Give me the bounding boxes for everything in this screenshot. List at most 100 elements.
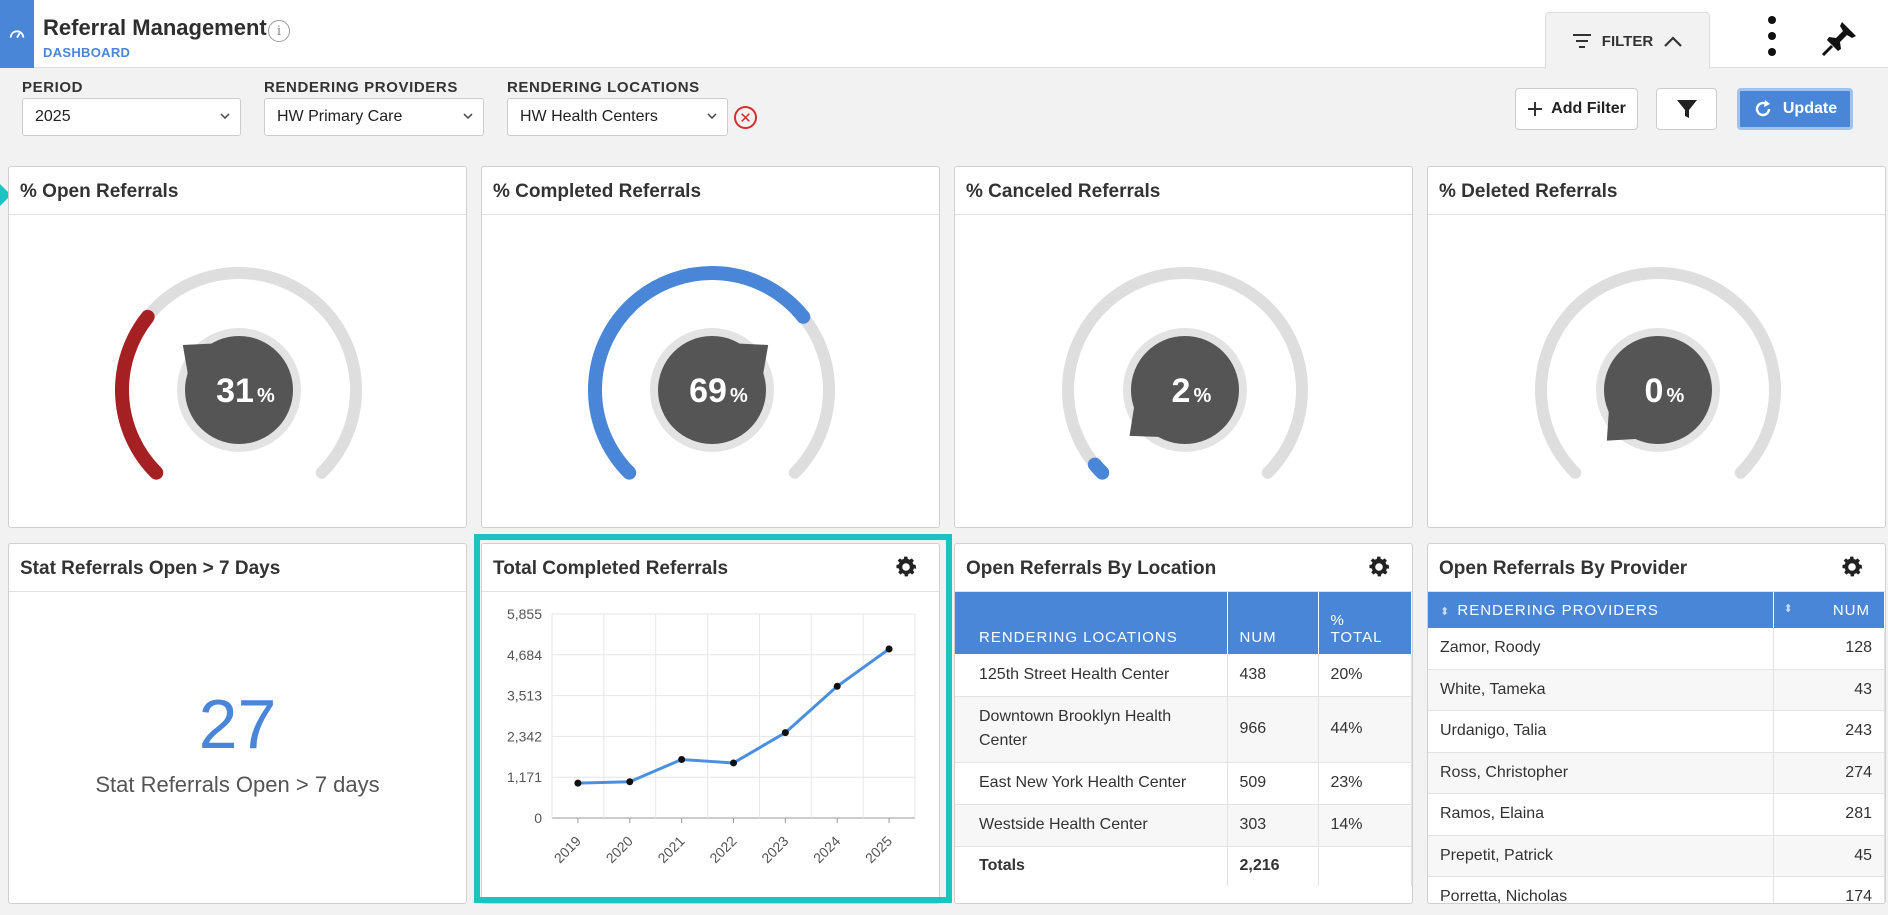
provider-table-title: Open Referrals By Provider [1439,558,1688,579]
y-tick-label: 3,513 [507,688,542,704]
x-tick-label: 2020 [603,833,636,866]
column-header[interactable]: ⬍ RENDERING PROVIDERS [1428,592,1774,628]
provider-num: 128 [1773,628,1885,670]
sort-icon[interactable]: ⬍ [1440,606,1450,618]
location-name: 125th Street Health Center [955,654,1228,697]
gauge-card-canceled: % Canceled Referrals 2% [954,166,1413,528]
gauge-value-arc [115,309,164,480]
table-row[interactable]: Westside Health Center 303 14% [955,804,1412,847]
gauge-title: % Canceled Referrals [966,181,1161,202]
settings-gear-icon[interactable] [1839,554,1865,580]
gauge-unit-text: % [1194,385,1212,407]
clear-filter-icon[interactable]: ✕ [734,106,757,129]
provider-num: 274 [1773,752,1885,794]
settings-gear-icon[interactable] [1366,554,1392,580]
data-point [730,759,737,767]
y-tick-label: 0 [534,810,542,826]
provider-num: 281 [1773,793,1885,836]
column-header[interactable]: ⬍ NUM [1773,592,1885,628]
locations-select[interactable]: HW Health Centers [507,98,728,136]
sort-icon[interactable]: ⬍ [1784,602,1794,615]
add-filter-label: Add Filter [1551,100,1626,117]
data-point [626,778,634,786]
table-row[interactable]: Porretta, Nicholas 174 [1428,876,1885,903]
stat-card-title: Stat Referrals Open > 7 Days [20,558,281,579]
chevron-up-icon [1664,36,1682,47]
canceled-gauge: 2% [1062,267,1308,480]
filter-toggle-label: FILTER [1601,32,1654,50]
table-row[interactable]: Urdanigo, Talia 243 [1428,710,1885,753]
refresh-icon [1755,100,1771,117]
gauge-card-completed: % Completed Referrals 69% [481,166,940,528]
data-point [885,645,893,653]
locations-value: HW Health Centers [520,108,658,125]
provider-name: White, Tameka [1428,669,1774,711]
period-value: 2025 [35,108,71,125]
x-tick-label: 2025 [862,833,895,866]
add-filter-button[interactable]: Add Filter [1515,88,1638,130]
completed-referrals-line-chart: 5,855 4,684 3,513 2,342 1,171 0 2019 2020 2021 20… [507,606,916,866]
table-row[interactable]: Downtown Brooklyn Health Center 966 44% [955,696,1412,763]
more-options-icon[interactable] [1760,16,1784,56]
table-row[interactable]: 125th Street Health Center 438 20% [955,654,1412,697]
provider-num: 243 [1773,710,1885,753]
y-tick-label: 1,171 [507,769,542,785]
chevron-down-icon [220,113,230,120]
chevron-down-icon [463,113,473,120]
gauge-value-text: 69 [689,372,727,410]
data-point [678,755,686,763]
gauge-title: % Open Referrals [20,181,179,202]
filter-toggle-button[interactable]: FILTER [1545,12,1710,69]
table-row[interactable]: Zamor, Roody 128 [1428,628,1885,670]
pin-icon[interactable] [1820,18,1860,58]
data-point [833,682,841,690]
funnel-button[interactable] [1656,88,1717,130]
location-pct: 44% [1318,696,1412,763]
provider-name: Ross, Christopher [1428,752,1774,794]
location-num: 438 [1227,654,1319,697]
table-row[interactable]: White, Tameka 43 [1428,669,1885,711]
column-header-label: NUM [1832,601,1870,619]
column-header[interactable]: % TOTAL [1318,592,1412,654]
table-row[interactable]: Ross, Christopher 274 [1428,752,1885,794]
x-tick-label: 2023 [758,833,791,866]
gauge-value-text: 0 [1645,372,1664,410]
location-name: Downtown Brooklyn Health Center [955,696,1228,763]
y-tick-label: 5,855 [507,606,542,622]
column-header[interactable]: NUM [1227,592,1319,654]
gauge-title: % Deleted Referrals [1439,181,1618,202]
totals-row: Totals 2,216 [955,846,1412,886]
period-select[interactable]: 2025 [22,98,241,136]
update-button[interactable]: Update [1737,88,1853,130]
x-tick-label: 2021 [654,833,687,866]
y-tick-label: 4,684 [507,647,542,663]
location-name: Westside Health Center [955,804,1228,847]
open-by-provider-card: Open Referrals By Provider ⬍ RENDERING P… [1427,543,1886,904]
gauge-unit-text: % [1667,385,1685,407]
column-header-label: RENDERING PROVIDERS [1457,601,1659,619]
open-by-location-card: Open Referrals By Location RENDERING LOC… [954,543,1413,904]
totals-label: Totals [955,846,1228,886]
stat-referrals-card: Stat Referrals Open > 7 Days 27 Stat Ref… [8,543,467,904]
app-menu-button[interactable] [0,0,34,68]
x-tick-label: 2024 [810,833,843,866]
column-header[interactable]: RENDERING LOCATIONS [955,592,1228,654]
chart-title: Total Completed Referrals [493,558,729,579]
info-icon[interactable]: i [268,20,290,42]
data-point [574,779,582,787]
location-pct: 20% [1318,654,1412,697]
providers-label: RENDERING PROVIDERS [264,79,458,96]
table-row[interactable]: Prepetit, Patrick 45 [1428,835,1885,877]
table-row[interactable]: Ramos, Elaina 281 [1428,793,1885,836]
table-row[interactable]: East New York Health Center 509 23% [955,762,1412,805]
data-point [781,729,789,737]
providers-value: HW Primary Care [277,108,403,125]
plus-icon [1528,102,1543,116]
provider-name: Ramos, Elaina [1428,793,1774,836]
settings-gear-icon[interactable] [893,554,919,580]
totals-num: 2,216 [1227,846,1319,886]
providers-select[interactable]: HW Primary Care [264,98,484,136]
provider-table: ⬍ RENDERING PROVIDERS ⬍ NUM Zamor, Roody… [1428,592,1885,903]
stat-value: 27 [198,685,277,763]
location-pct: 14% [1318,804,1412,847]
